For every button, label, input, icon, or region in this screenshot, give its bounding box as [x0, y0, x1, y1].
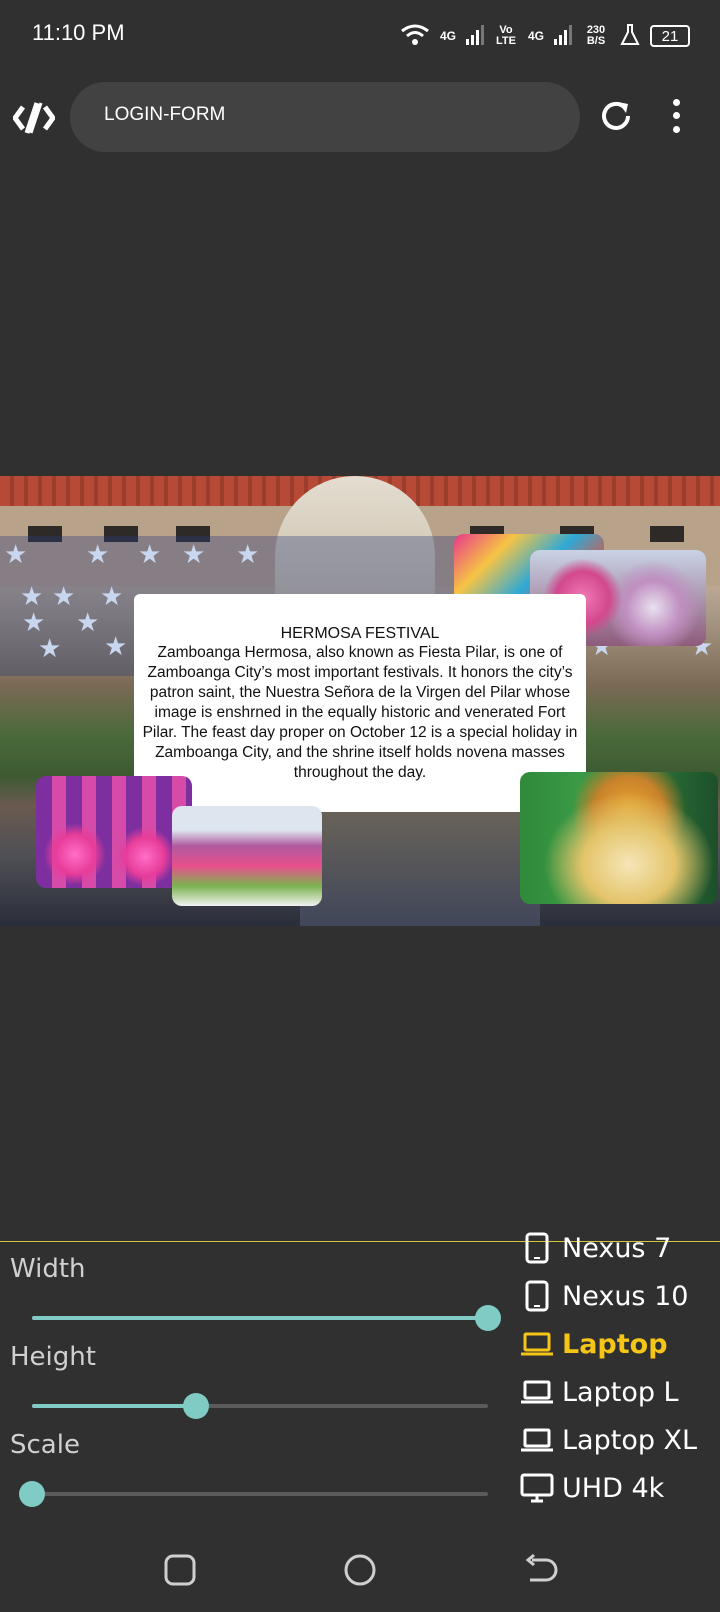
card-title: HERMOSA FESTIVAL	[280, 625, 440, 642]
festival-card: HERMOSA FESTIVAL Zamboanga Hermosa, also…	[134, 594, 586, 812]
height-slider-thumb[interactable]	[183, 1393, 210, 1419]
laptop-icon	[520, 1329, 554, 1359]
festival-photo	[36, 776, 192, 888]
festival-photo	[520, 772, 718, 904]
device-item-laptop-l[interactable]: Laptop L	[520, 1372, 679, 1412]
wifi-icon	[400, 23, 430, 50]
star-icon: ★	[22, 608, 46, 638]
road-shape	[300, 806, 540, 926]
more-vert-icon[interactable]	[666, 96, 686, 136]
device-label: UHD 4k	[562, 1472, 665, 1504]
device-label: Nexus 10	[562, 1280, 689, 1312]
network-label: 4G	[439, 29, 456, 43]
status-icons: 4G Vo LTE 4G 230 B/S 21	[400, 20, 690, 52]
status-time: 11:10 PM	[32, 20, 125, 45]
device-label: Laptop	[562, 1328, 668, 1360]
home-icon[interactable]	[340, 1550, 380, 1590]
reload-icon[interactable]	[596, 96, 636, 136]
url-bar[interactable]: LOGIN-FORM	[70, 82, 580, 152]
signal-icon	[554, 24, 572, 48]
star-icon: ★	[52, 582, 76, 612]
preview-frame[interactable]: ★ ★ ★ ★ ★ ★ ★ ★ ★ ★ ★ ★ ★ ★ HERMOSA FEST…	[0, 476, 720, 926]
status-bar: 11:10 PM 4G Vo LTE 4G 230 B/S 21	[0, 0, 720, 72]
speed-label: 230 B/S	[586, 24, 606, 47]
battery-icon: 21	[650, 25, 690, 47]
width-slider-thumb[interactable]	[475, 1305, 501, 1331]
width-slider-fill	[32, 1316, 488, 1320]
tablet-icon	[520, 1232, 554, 1264]
device-item-laptop-xl[interactable]: Laptop XL	[520, 1420, 697, 1460]
star-icon: ★	[100, 582, 124, 612]
star-icon: ★	[138, 540, 162, 570]
star-icon: ★	[20, 582, 44, 612]
device-label: Laptop L	[562, 1376, 679, 1408]
signal-icon	[465, 24, 484, 48]
network-label: 4G	[527, 29, 544, 43]
star-icon: ★	[86, 540, 110, 570]
system-nav-bar	[0, 1532, 720, 1612]
star-icon: ★	[182, 540, 206, 570]
card-body: Zamboanga Hermosa, also known as Fiesta …	[142, 644, 578, 781]
width-label: Width	[10, 1254, 86, 1284]
device-label: Nexus 7	[562, 1232, 672, 1264]
code-logo-icon[interactable]	[12, 96, 56, 140]
back-icon[interactable]	[520, 1550, 560, 1590]
volte-label: Vo LTE	[496, 24, 516, 47]
scale-slider[interactable]	[19, 1481, 488, 1507]
star-icon: ★	[104, 632, 128, 662]
device-label: Laptop XL	[562, 1424, 698, 1456]
scale-label: Scale	[10, 1430, 80, 1460]
laptop-icon	[520, 1377, 554, 1407]
device-item-nexus-7[interactable]: Nexus 7	[520, 1228, 671, 1268]
window-shape	[650, 526, 684, 542]
tablet-icon	[520, 1280, 554, 1312]
device-item-nexus-10[interactable]: Nexus 10	[520, 1276, 688, 1316]
width-slider[interactable]	[32, 1305, 501, 1331]
festival-photo	[172, 806, 322, 906]
recents-icon[interactable]	[160, 1550, 200, 1590]
device-item-laptop[interactable]: Laptop	[520, 1324, 668, 1364]
height-slider-fill	[32, 1404, 197, 1408]
url-text: LOGIN-FORM	[104, 104, 226, 125]
star-icon: ★	[236, 540, 260, 570]
laptop-icon	[520, 1425, 554, 1455]
star-icon: ★	[76, 608, 100, 638]
height-label: Height	[10, 1342, 96, 1372]
star-icon: ★	[38, 634, 62, 664]
toolbar: LOGIN-FORM	[0, 78, 720, 158]
flask-icon	[620, 23, 640, 49]
scale-slider-thumb[interactable]	[19, 1481, 45, 1507]
monitor-icon	[520, 1473, 554, 1503]
device-item-uhd-4k[interactable]: UHD 4k	[520, 1468, 664, 1508]
height-slider[interactable]	[32, 1393, 488, 1419]
star-icon: ★	[4, 540, 28, 570]
